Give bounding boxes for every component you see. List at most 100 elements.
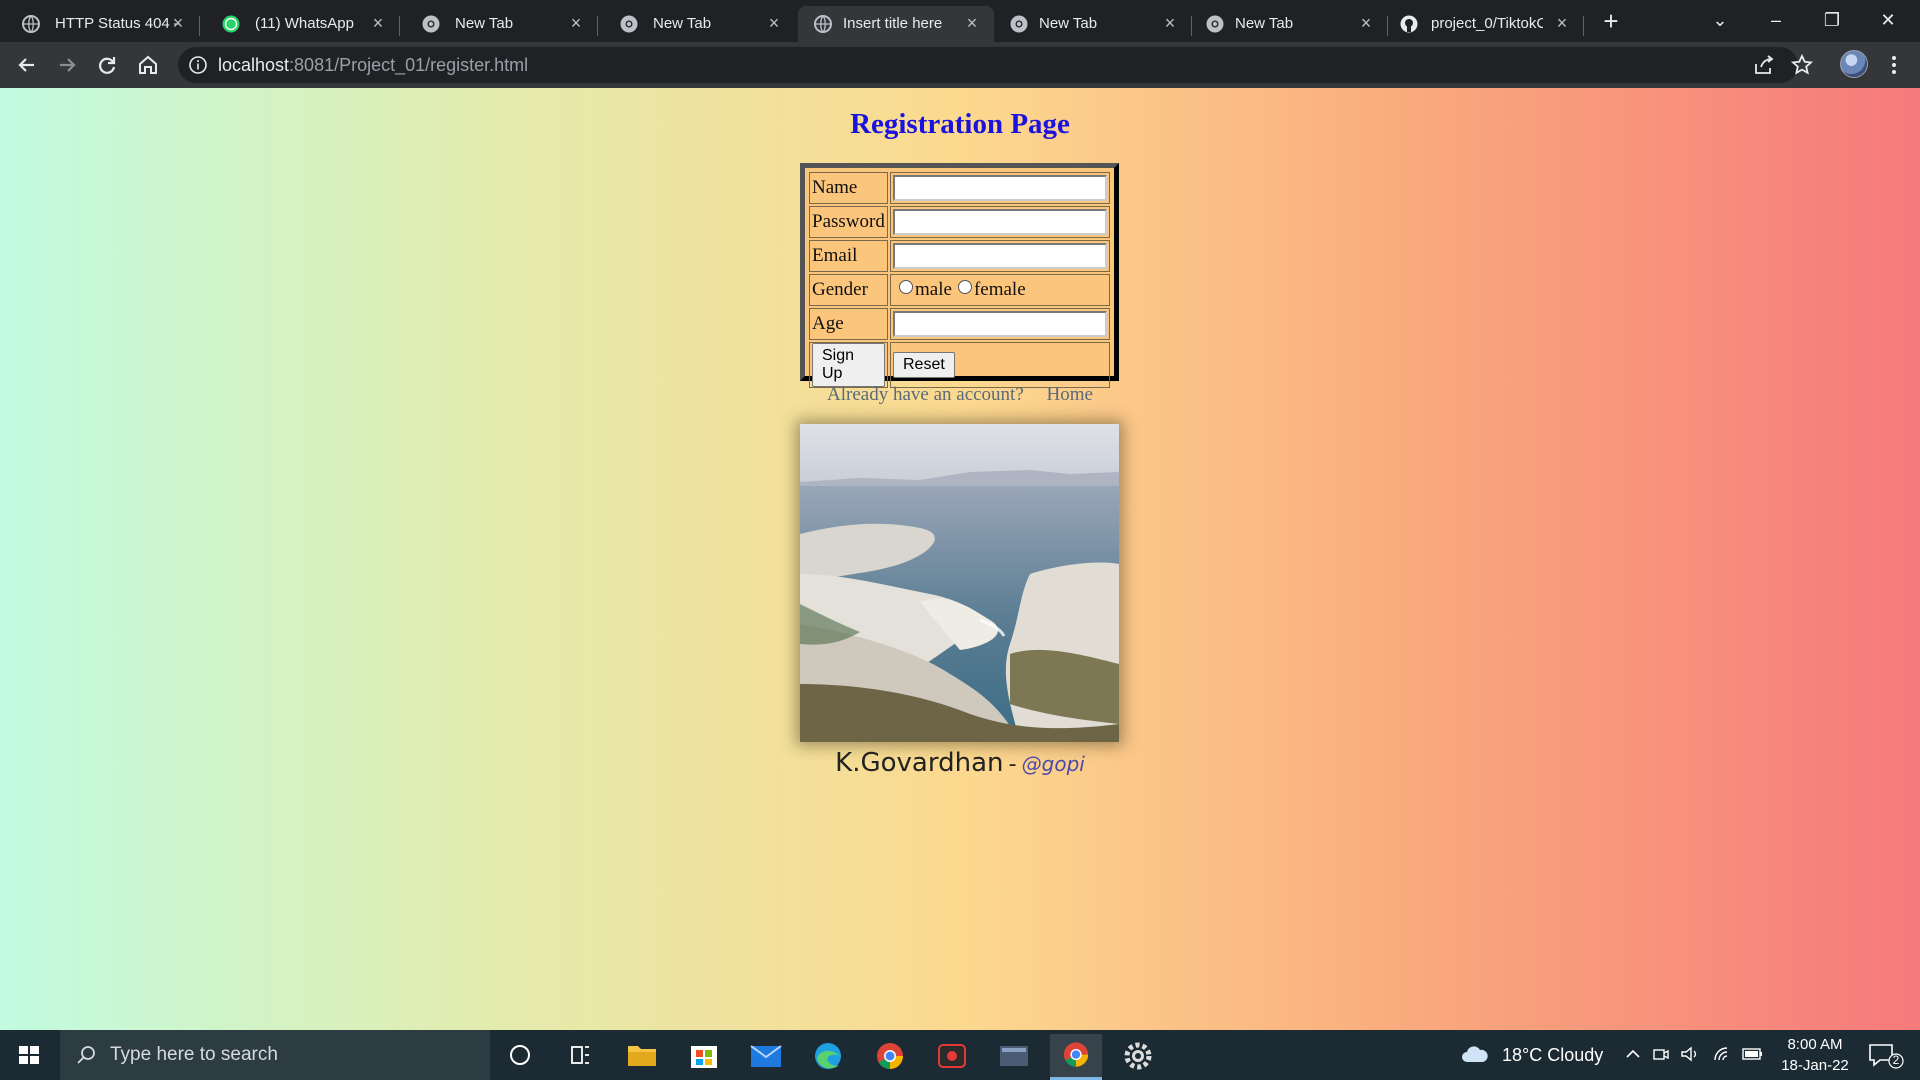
credit-handle[interactable]: @gopi [1022,752,1085,776]
back-arrow-icon[interactable] [12,50,42,80]
registration-form: Name Password Email Gender male female Ag… [800,163,1119,388]
credit-name: K.Govardhan [835,748,1004,778]
tab-new-tab-4[interactable]: New Tab × [1192,6,1388,42]
windows-start-icon[interactable] [0,1030,58,1080]
tab-http-404[interactable]: HTTP Status 404 – × [0,6,200,42]
edge-icon[interactable] [802,1034,854,1080]
battery-icon[interactable] [1742,1047,1764,1061]
close-window-button[interactable]: ✕ [1868,2,1908,38]
tab-github-project[interactable]: project_0/TiktokC × [1388,6,1584,42]
cloudy-weather-icon[interactable] [1460,1042,1490,1066]
chevron-up-icon[interactable] [1624,1045,1642,1063]
close-icon[interactable]: × [168,13,188,33]
form-row-name: Name [809,172,1110,204]
gender-female-label: female [973,279,1026,300]
settings-gear-icon[interactable] [1112,1034,1164,1080]
tab-title: New Tab [455,15,514,32]
forward-arrow-icon[interactable] [52,50,82,80]
url-text[interactable]: localhost:8081/Project_01/register.html [218,55,528,75]
address-bar[interactable]: localhost:8081/Project_01/register.html [178,47,1798,83]
microsoft-store-icon[interactable] [678,1034,730,1080]
sign-up-button[interactable]: Sign Up [812,343,885,387]
tab-new-tab-2[interactable]: New Tab × [598,6,796,42]
reload-icon[interactable] [92,50,122,80]
clock-time: 8:00 AM [1787,1036,1843,1053]
tab-new-tab-3[interactable]: New Tab × [996,6,1192,42]
login-link[interactable]: Already have an account? [827,384,1024,405]
tab-search-chevron-icon[interactable]: ⌄ [1700,2,1740,38]
close-icon[interactable]: × [1160,13,1180,33]
tab-title: project_0/TiktokC [1431,15,1543,32]
notification-icon[interactable] [1866,1041,1906,1069]
weather-text[interactable]: 18°C Cloudy [1502,1045,1603,1066]
windows-taskbar: Type here to search 18°C Cloudy 8:00 AM … [0,1030,1920,1080]
search-placeholder: Type here to search [110,1044,278,1065]
form-row-age: Age [809,308,1110,340]
form-row-email: Email [809,240,1110,272]
chrome-icon [422,15,440,33]
file-explorer-icon[interactable] [616,1034,668,1080]
screen-recorder-icon[interactable] [926,1034,978,1080]
password-input[interactable] [893,209,1107,235]
email-label: Email [809,240,888,272]
age-input[interactable] [893,311,1107,337]
tab-strip: HTTP Status 404 – × (11) WhatsApp × New … [0,0,1920,42]
new-tab-button[interactable]: + [1598,8,1624,34]
page-content: Registration Page Name Password Email Ge… [0,88,1920,1030]
gender-male-radio[interactable] [899,280,913,294]
minimize-button[interactable]: – [1756,2,1796,38]
tab-new-tab-1[interactable]: New Tab × [400,6,598,42]
ide-window-icon[interactable] [988,1034,1040,1080]
gender-female-radio[interactable] [957,280,972,294]
browser-toolbar: localhost:8081/Project_01/register.html [0,42,1920,88]
chrome-icon [620,15,638,33]
close-icon[interactable]: × [962,13,982,33]
clock-date: 18-Jan-22 [1781,1057,1849,1074]
photo-credit: K.Govardhan - @gopi [0,748,1920,778]
task-view-icon[interactable] [554,1034,606,1080]
globe-icon [814,15,832,33]
name-cell [890,172,1110,204]
home-link[interactable]: Home [1047,384,1093,405]
globe-icon [22,15,40,33]
credit-dash: - [1008,752,1017,777]
page-title: Registration Page [850,108,1070,140]
close-icon[interactable]: × [566,13,586,33]
name-input[interactable] [893,175,1107,201]
reset-button[interactable]: Reset [893,352,955,378]
chrome-taskbar-icon[interactable] [864,1034,916,1080]
kebab-menu-icon[interactable] [1882,53,1906,77]
email-cell [890,240,1110,272]
restore-button[interactable]: ❐ [1812,2,1852,38]
close-icon[interactable]: × [368,13,388,33]
meet-now-icon[interactable] [1652,1045,1670,1063]
gender-cell: male female [890,274,1110,306]
share-icon[interactable] [1752,53,1776,77]
cortana-icon[interactable] [494,1034,546,1080]
footer-links: Already have an account? Home [0,384,1920,406]
notification-count: 2 [1892,1053,1900,1067]
taskbar-search-box[interactable]: Type here to search [60,1030,490,1080]
close-icon[interactable]: × [1552,13,1572,33]
system-clock[interactable]: 8:00 AM 18-Jan-22 [1770,1034,1860,1076]
speaker-icon[interactable] [1680,1045,1700,1063]
name-label: Name [809,172,888,204]
reset-cell: Reset [890,342,1110,388]
email-input[interactable] [893,243,1107,269]
profile-avatar[interactable] [1840,50,1868,78]
wifi-icon[interactable] [1712,1045,1732,1063]
mail-icon[interactable] [740,1034,792,1080]
tab-title: New Tab [653,15,712,32]
url-host: localhost [218,55,290,75]
info-icon[interactable] [188,55,208,75]
age-label: Age [809,308,888,340]
coastline-photo [800,424,1119,742]
star-bookmark-icon[interactable] [1790,53,1814,77]
tab-title: HTTP Status 404 – [55,15,180,32]
home-icon[interactable] [133,50,163,80]
chrome-active-taskbar-icon[interactable] [1050,1034,1102,1080]
close-icon[interactable]: × [764,13,784,33]
tab-insert-title-here[interactable]: Insert title here × [798,6,994,42]
tab-whatsapp[interactable]: (11) WhatsApp × [200,6,400,42]
close-icon[interactable]: × [1356,13,1376,33]
